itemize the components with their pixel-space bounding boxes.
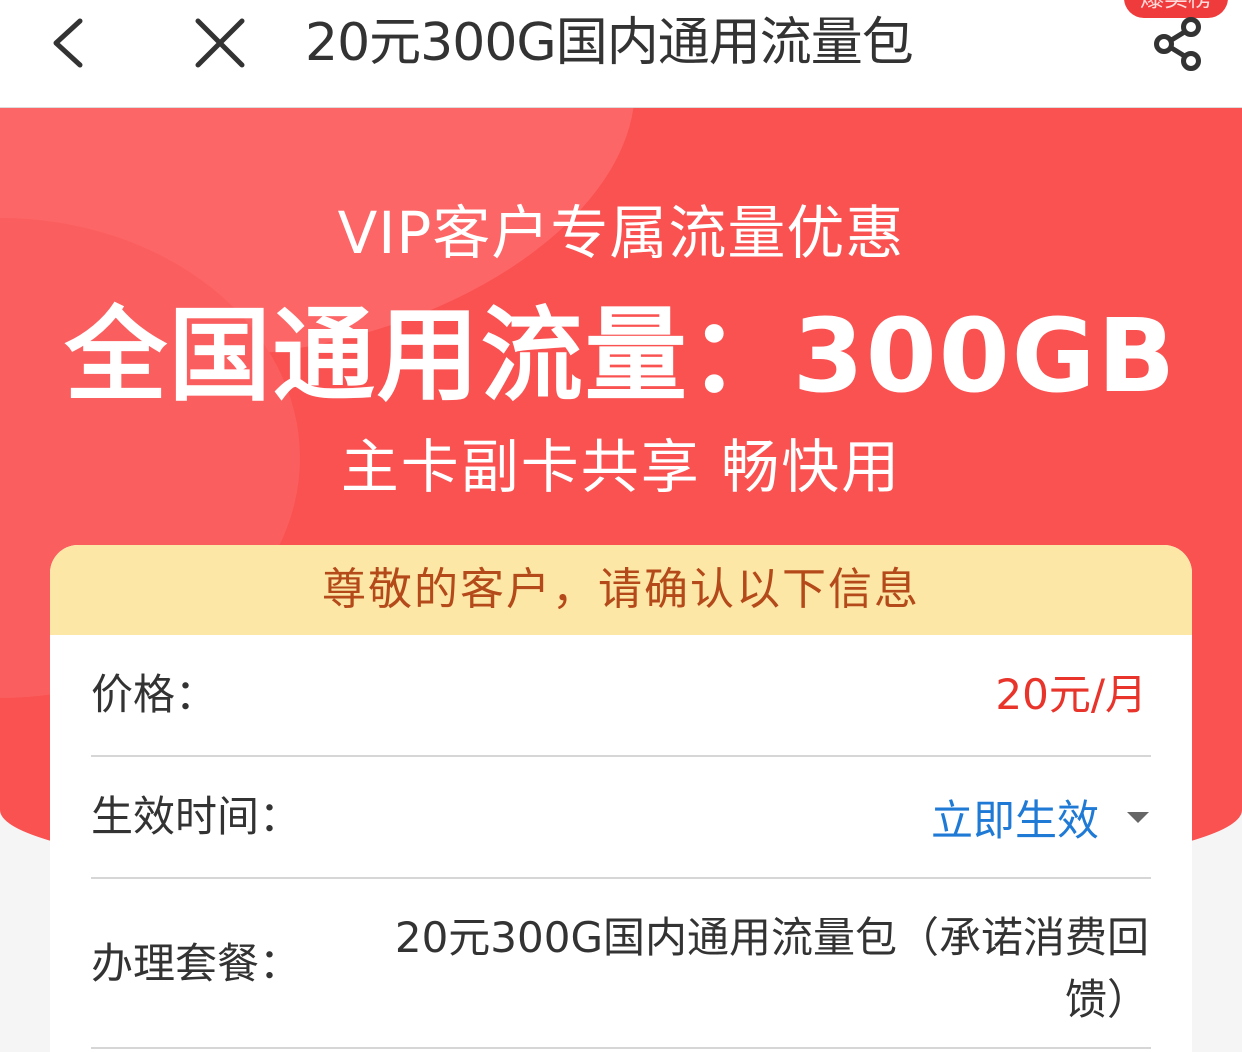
price-label: 价格：	[91, 670, 218, 719]
close-button[interactable]	[182, 10, 258, 76]
plan-row: 办理套餐： 20元300G国内通用流量包（承诺消费回馈）	[91, 879, 1151, 1049]
price-row: 价格： 20元/月	[91, 635, 1151, 757]
caret-down-icon	[1127, 811, 1149, 823]
effective-time-select[interactable]: 立即生效	[931, 757, 1151, 877]
hero-headline: 全国通用流量：300GB	[64, 297, 1178, 416]
share-icon	[1154, 17, 1201, 71]
close-icon	[195, 18, 245, 68]
plan-label: 办理套餐：	[91, 939, 302, 988]
back-button[interactable]	[30, 10, 106, 76]
hero-tagline: 主卡副卡共享 畅快用	[340, 433, 902, 501]
top-nav-bar: 20元300G国内通用流量包 爆卖榜	[0, 0, 1242, 108]
plan-value: 20元300G国内通用流量包（承诺消费回馈）	[394, 913, 1149, 1024]
price-value: 20元/月	[995, 670, 1147, 719]
page-title: 20元300G国内通用流量包	[305, 13, 914, 73]
card-header: 尊敬的客户，请确认以下信息	[50, 545, 1192, 635]
effective-time-label: 生效时间：	[91, 792, 302, 841]
confirm-card: 尊敬的客户，请确认以下信息 价格： 20元/月 生效时间： 立即生效 办理套餐：…	[50, 545, 1192, 1052]
page: 20元300G国内通用流量包 爆卖榜 VIP客户专属流量优惠 全国通用流量：30…	[0, 0, 1242, 1052]
share-button[interactable]	[1140, 6, 1216, 82]
effective-time-value: 立即生效	[930, 795, 1099, 845]
chevron-left-icon	[53, 18, 83, 68]
effective-time-row: 生效时间： 立即生效	[91, 757, 1151, 879]
hero-subtitle: VIP客户专属流量优惠	[337, 199, 905, 267]
